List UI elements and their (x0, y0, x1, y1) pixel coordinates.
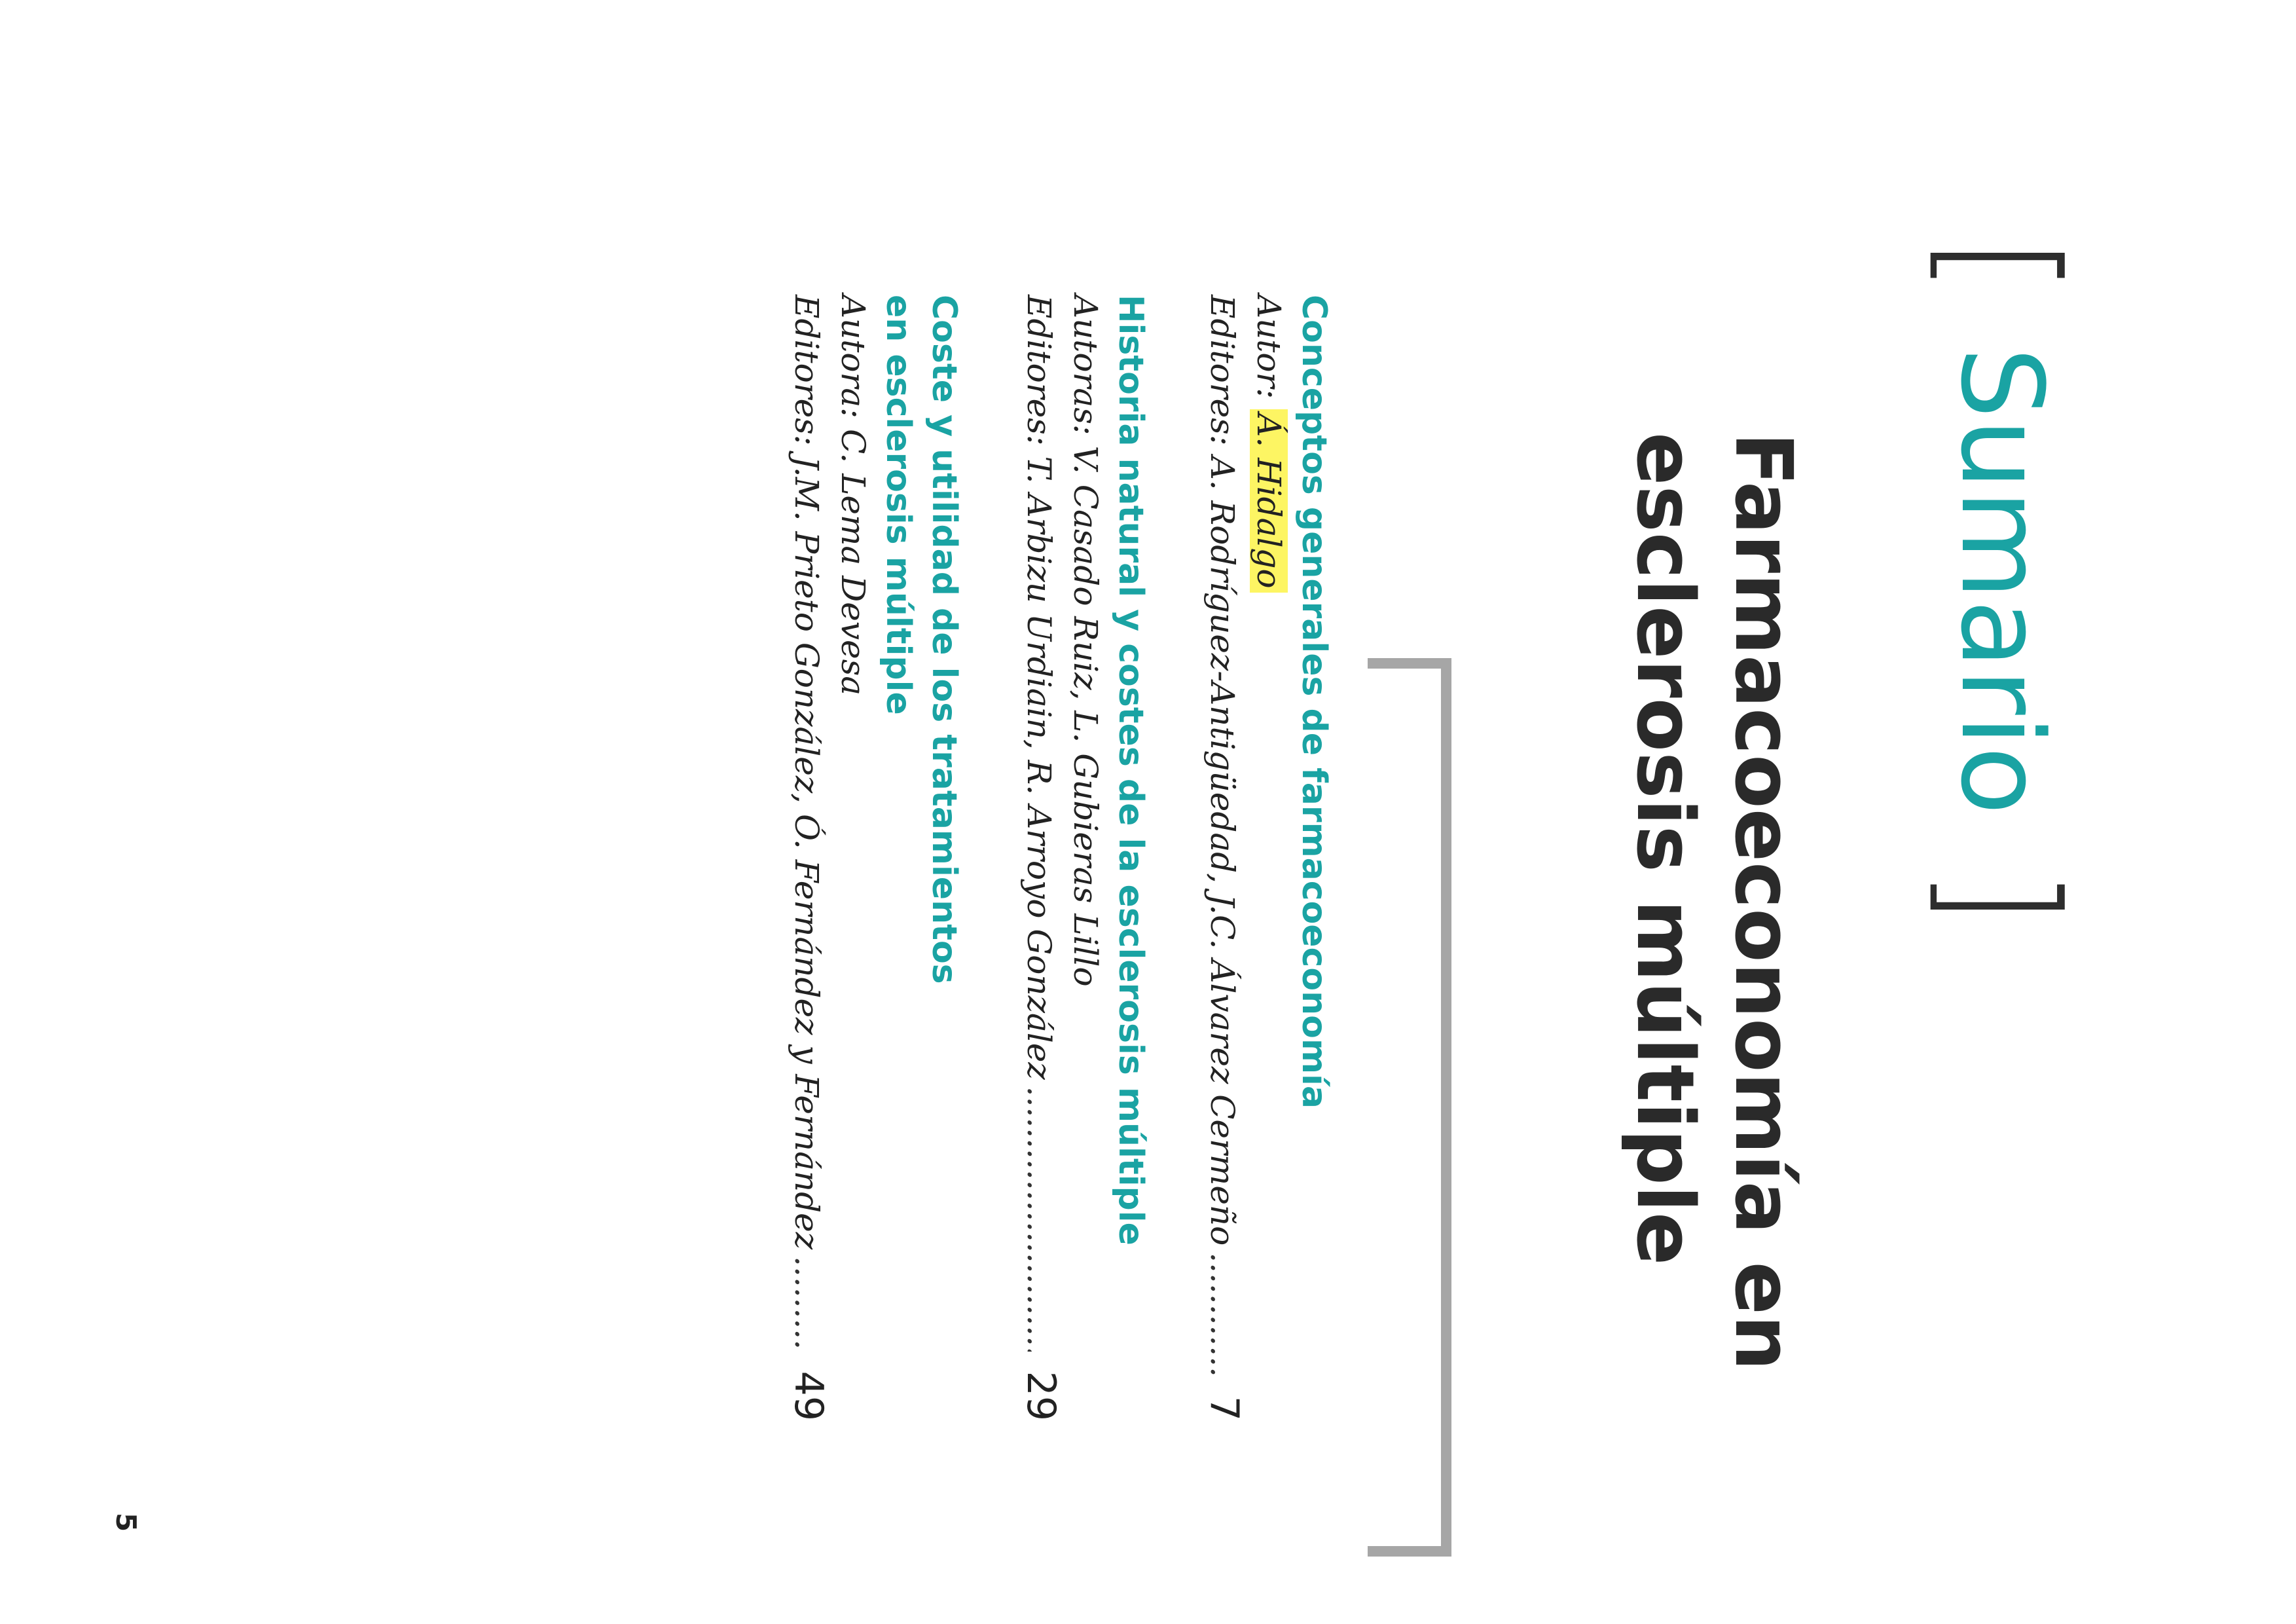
entry-editors: Editores: J.M. Prieto González, Ó. Ferná… (784, 295, 831, 1421)
bracket-close: ] (1914, 867, 2089, 927)
editors-text: Editores: T. Arbizu Urdiain, R. Arroyo G… (1020, 295, 1058, 1080)
bracket-open: [ (1914, 236, 2089, 295)
editors-text: Editores: A. Rodríguez-Antigüedad, J.C. … (1203, 295, 1241, 1246)
entry-title-line-2[interactable]: en esclerosis múltiple (875, 295, 921, 1421)
leader-dots: ........................................… (1200, 1246, 1245, 1376)
subtitle: Farmacoeconomía en esclerosis múltiple (1615, 432, 1812, 1371)
entry-editors: Editores: T. Arbizu Urdiain, R. Arroyo G… (1017, 295, 1064, 1421)
entry-author: Autor: Á. Hidalgo (1247, 295, 1291, 1421)
page-number[interactable]: 49 (786, 1371, 831, 1421)
author-prefix: Autor: (1250, 295, 1288, 399)
page-number[interactable]: 29 (1018, 1371, 1064, 1421)
rule-cap-left (1368, 658, 1451, 669)
author-name-highlighted: Á. Hidalgo (1250, 409, 1288, 593)
toc-entry: Conceptos generales de farmacoeconomía A… (1200, 295, 1337, 1421)
folio-page-number: 5 (110, 1513, 142, 1532)
entry-authors: Autora: C. Lema Devesa (834, 295, 872, 696)
rotated-page: [ Sumario ] Farmacoeconomía en esclerosi… (0, 0, 2296, 1624)
page-number[interactable]: 7 (1201, 1396, 1247, 1421)
leader-dots: ........................................… (784, 1249, 829, 1352)
entry-authors: Autoras: V. Casado Ruiz, L. Gubieras Lil… (1066, 295, 1104, 987)
top-rule (1441, 658, 1451, 1557)
header-title-block: [ Sumario ] (1914, 236, 2089, 927)
toc-entry: Historia natural y costes de la escleros… (1017, 295, 1154, 1421)
subtitle-line-1: Farmacoeconomía en (1717, 432, 1808, 1371)
entry-title[interactable]: Historia natural y costes de la escleros… (1108, 295, 1154, 1421)
entry-editors: Editores: A. Rodríguez-Antigüedad, J.C. … (1200, 295, 1247, 1421)
page-title: Sumario (1936, 346, 2068, 815)
entry-title-line-1[interactable]: Coste y utilidad de los tratamientos (921, 295, 967, 1421)
editors-text: Editores: J.M. Prieto González, Ó. Ferná… (788, 295, 826, 1250)
entry-title[interactable]: Conceptos generales de farmacoeconomía (1291, 295, 1337, 1421)
toc-entry: Coste y utilidad de los tratamientos en … (784, 295, 967, 1421)
leader-dots: ........................................… (1017, 1080, 1061, 1352)
subtitle-line-2: esclerosis múltiple (1619, 432, 1710, 1266)
rule-cap-right (1368, 1546, 1451, 1557)
